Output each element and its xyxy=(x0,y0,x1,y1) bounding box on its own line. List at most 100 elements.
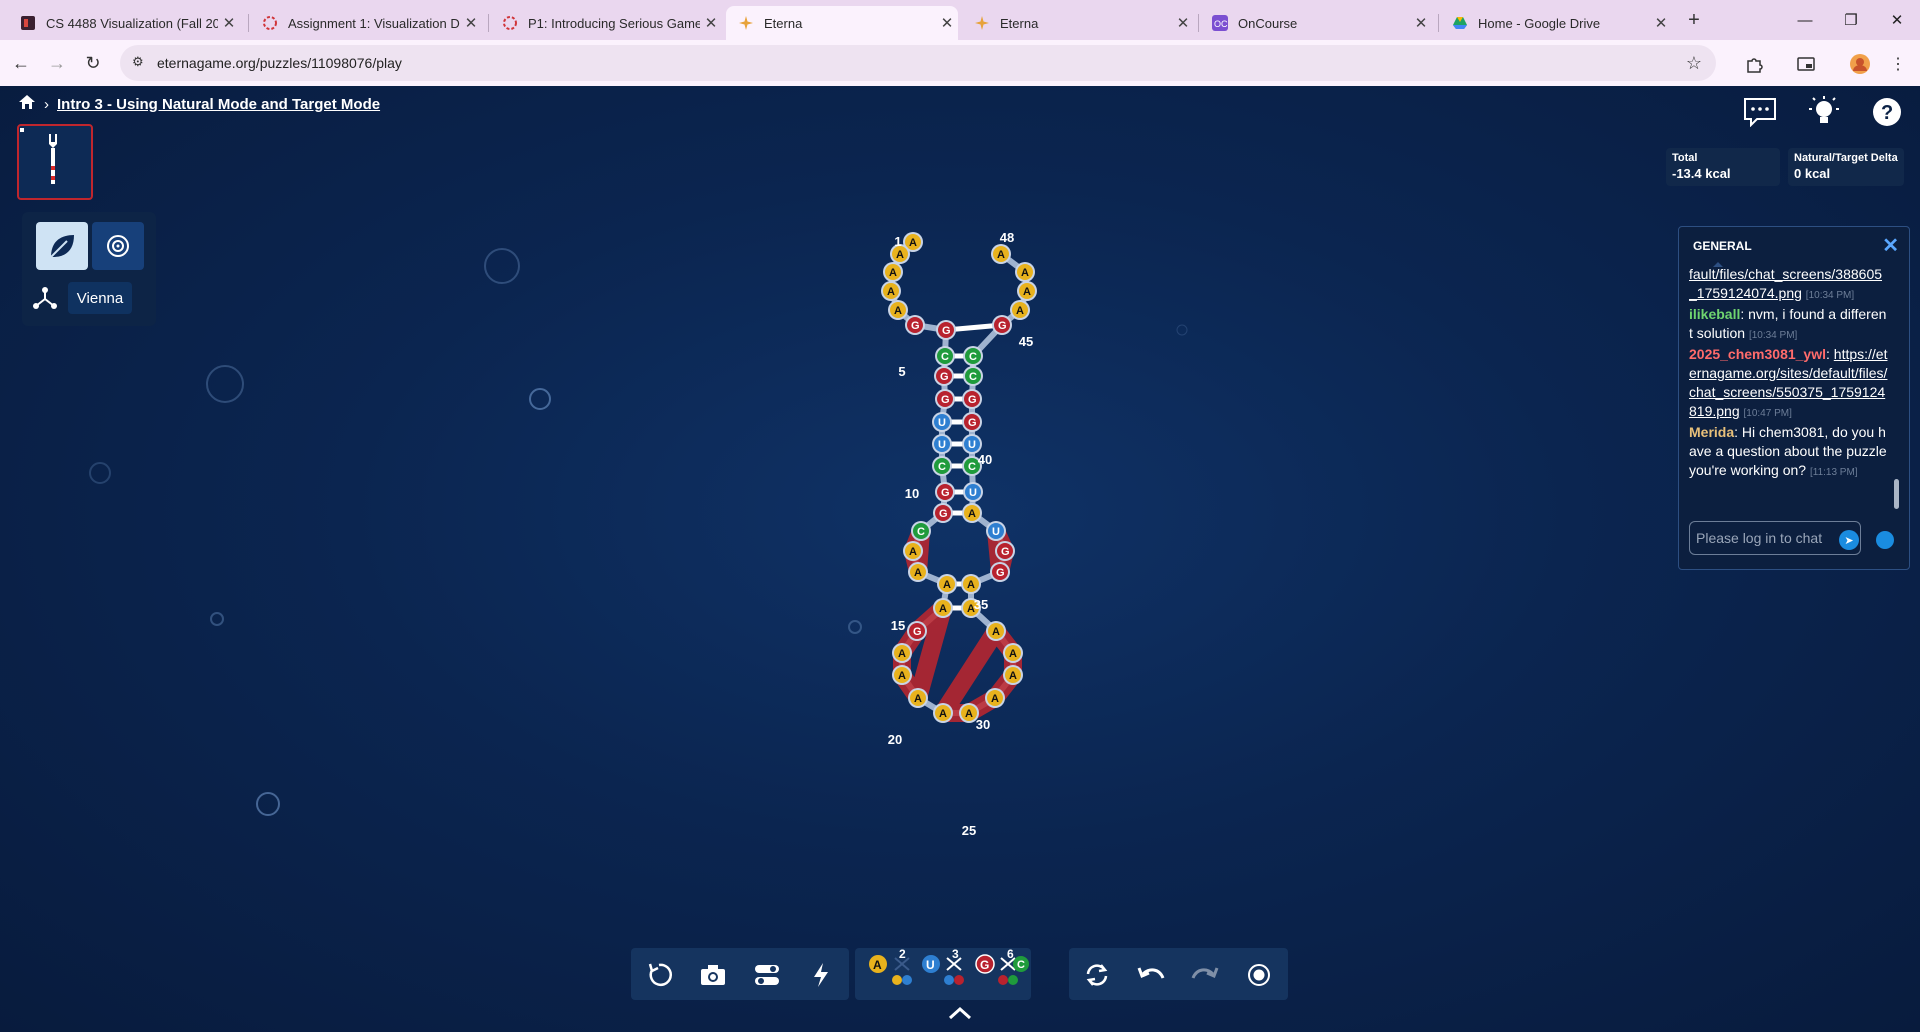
base-u-button[interactable]: U xyxy=(922,955,940,973)
nucleotide-c[interactable]: C xyxy=(963,366,983,386)
undo-icon[interactable] xyxy=(1137,962,1165,988)
pair-gu-button[interactable] xyxy=(944,957,964,985)
nucleotide-a[interactable]: A xyxy=(1015,262,1035,282)
nucleotide-g[interactable]: G xyxy=(935,389,955,409)
base-c-button[interactable]: C xyxy=(1013,956,1029,972)
nucleotide-a[interactable]: A xyxy=(1003,643,1023,663)
redo-icon[interactable] xyxy=(1191,962,1219,988)
base-a-button[interactable]: A xyxy=(869,955,887,973)
nucleotide-letter: U xyxy=(938,417,946,429)
nucleotide-a[interactable]: A xyxy=(908,688,928,708)
close-tab-icon[interactable]: ✕ xyxy=(218,14,240,32)
nucleotide-u[interactable]: U xyxy=(932,434,952,454)
nucleotide-a[interactable]: A xyxy=(961,574,981,594)
base-g-button[interactable]: G xyxy=(975,954,995,974)
nucleotide-g[interactable]: G xyxy=(933,503,953,523)
nucleotide-a[interactable]: A xyxy=(986,621,1006,641)
close-tab-icon[interactable]: ✕ xyxy=(936,14,958,32)
chat-username[interactable]: ilikeball xyxy=(1689,306,1740,322)
nucleotide-g[interactable]: G xyxy=(905,315,925,335)
nucleotide-a[interactable]: A xyxy=(883,262,903,282)
site-info-icon[interactable]: ⚙ xyxy=(132,54,144,70)
browser-tab[interactable]: Home - Google Drive ✕ xyxy=(1440,6,1672,40)
nucleotide-a[interactable]: A xyxy=(892,665,912,685)
reload-icon[interactable]: ↻ xyxy=(78,48,108,78)
close-tab-icon[interactable]: ✕ xyxy=(1410,14,1432,32)
browser-tab-active[interactable]: Eterna ✕ xyxy=(726,6,958,40)
nucleotide-a[interactable]: A xyxy=(881,281,901,301)
send-chat-icon[interactable]: ➤ xyxy=(1839,530,1859,550)
nucleotide-a[interactable]: A xyxy=(937,574,957,594)
nucleotide-u[interactable]: U xyxy=(962,434,982,454)
nucleotide-a[interactable]: A xyxy=(985,688,1005,708)
record-icon[interactable] xyxy=(1245,962,1273,988)
minimize-icon[interactable]: — xyxy=(1782,4,1828,36)
close-tab-icon[interactable]: ✕ xyxy=(1172,14,1194,32)
nucleotide-g[interactable]: G xyxy=(990,562,1010,582)
close-tab-icon[interactable]: ✕ xyxy=(1650,14,1672,32)
reset-icon[interactable] xyxy=(645,962,673,988)
extensions-icon[interactable] xyxy=(1742,52,1766,76)
chat-username[interactable]: Merida xyxy=(1689,424,1734,440)
nucleotide-a[interactable]: A xyxy=(888,300,908,320)
nucleotide-g[interactable]: G xyxy=(907,621,927,641)
boost-lightning-icon[interactable] xyxy=(807,962,835,988)
nucleotide-c[interactable]: C xyxy=(963,346,983,366)
browser-tab[interactable]: CS 4488 Visualization (Fall 2025 ✕ xyxy=(8,6,240,40)
cast-icon[interactable] xyxy=(1794,52,1818,76)
nucleotide-a[interactable]: A xyxy=(903,541,923,561)
nucleotide-a[interactable]: A xyxy=(991,244,1011,264)
bookmark-star-icon[interactable]: ☆ xyxy=(1686,53,1702,74)
nucleotide-a[interactable]: A xyxy=(892,643,912,663)
nucleotide-g[interactable]: G xyxy=(995,541,1015,561)
address-bar[interactable]: ⚙ eternagame.org/puzzles/11098076/play ☆ xyxy=(120,45,1716,81)
browser-tab[interactable]: OC OnCourse ✕ xyxy=(1200,6,1432,40)
nucleotide-a[interactable]: A xyxy=(1003,665,1023,685)
nucleotide-letter: A xyxy=(894,305,902,317)
more-menu-icon[interactable]: ⋮ xyxy=(1886,52,1910,76)
nucleotide-u[interactable]: U xyxy=(932,412,952,432)
restore-icon[interactable]: ❐ xyxy=(1828,4,1874,36)
chat-users-icon[interactable] xyxy=(1876,531,1894,549)
nucleotide-letter: U xyxy=(938,439,946,451)
nucleotide-a[interactable]: A xyxy=(1017,281,1037,301)
nucleotide-letter: A xyxy=(992,626,1000,638)
screenshot-camera-icon[interactable] xyxy=(699,962,727,988)
nucleotide-a[interactable]: A xyxy=(1010,300,1030,320)
nucleotide-a[interactable]: A xyxy=(933,598,953,618)
nucleotide-c[interactable]: C xyxy=(932,456,952,476)
profile-avatar[interactable] xyxy=(1848,52,1872,76)
browser-tab[interactable]: P1: Introducing Serious Games ✕ xyxy=(490,6,722,40)
back-icon[interactable]: ← xyxy=(6,48,36,78)
close-tab-icon[interactable]: ✕ xyxy=(460,14,482,32)
close-tab-icon[interactable]: ✕ xyxy=(700,14,722,32)
chat-input[interactable]: Please log in to chat xyxy=(1689,521,1861,555)
chat-scrollbar[interactable] xyxy=(1894,479,1899,509)
nucleotide-letter: A xyxy=(889,267,897,279)
nucleotide-c[interactable]: C xyxy=(911,521,931,541)
chat-username[interactable]: 2025_chem3081_ywl xyxy=(1689,346,1826,362)
new-tab-button[interactable]: + xyxy=(1680,6,1708,34)
close-chat-icon[interactable]: ✕ xyxy=(1882,233,1899,258)
settings-toggle-icon[interactable] xyxy=(753,962,781,988)
nucleotide-g[interactable]: G xyxy=(962,412,982,432)
nucleotide-a[interactable]: A xyxy=(908,562,928,582)
browser-tab[interactable]: Eterna ✕ xyxy=(962,6,1194,40)
close-window-icon[interactable]: ✕ xyxy=(1874,4,1920,36)
expand-toolbar-arrow-icon[interactable] xyxy=(948,1006,972,1025)
nucleotide-a[interactable]: A xyxy=(962,503,982,523)
nucleotide-c[interactable]: C xyxy=(935,346,955,366)
swap-pairs-icon[interactable] xyxy=(1083,962,1111,988)
nucleotide-u[interactable]: U xyxy=(986,521,1006,541)
nucleotide-g[interactable]: G xyxy=(962,389,982,409)
browser-tab[interactable]: Assignment 1: Visualization De ✕ xyxy=(250,6,482,40)
nucleotide-g[interactable]: G xyxy=(935,482,955,502)
nucleotide-a[interactable]: A xyxy=(933,703,953,723)
nucleotide-g[interactable]: G xyxy=(936,320,956,340)
pair-au-button[interactable] xyxy=(892,957,912,985)
nucleotide-g[interactable]: G xyxy=(934,366,954,386)
nucleotide-u[interactable]: U xyxy=(963,482,983,502)
nucleotide-g[interactable]: G xyxy=(992,315,1012,335)
pair-gc-count: 6 xyxy=(1007,948,1014,961)
forward-icon[interactable]: → xyxy=(42,48,72,78)
